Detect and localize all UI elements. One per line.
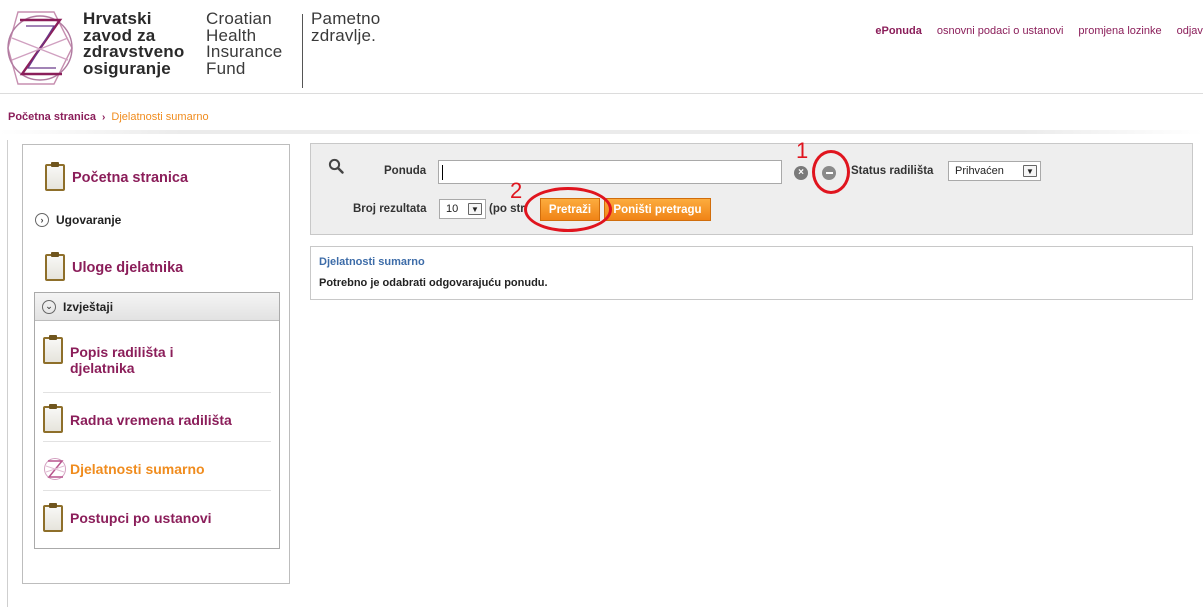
- chevron-down-icon: ▼: [468, 203, 482, 215]
- report-item-djelatnosti-sumarno[interactable]: Djelatnosti sumarno: [43, 447, 271, 491]
- sidebar-group-izvjestaji[interactable]: ⌄ Izvještaji: [35, 293, 279, 321]
- clear-icon[interactable]: ×: [794, 166, 808, 180]
- chevron-down-icon: ⌄: [42, 299, 56, 314]
- results-message: Potrebno je odabrati odgovarajuću ponudu…: [319, 277, 548, 289]
- sidebar-group-label: Izvještaji: [63, 299, 114, 314]
- annotation-ring-2: [524, 187, 612, 232]
- reports-panel: ⌄ Izvještaji Popis radilišta i djelatnik…: [34, 292, 280, 549]
- sidebar-group-ugovaranje[interactable]: › Ugovaranje: [35, 213, 121, 227]
- ponuda-input[interactable]: [438, 160, 782, 184]
- clipboard-icon: [43, 335, 63, 364]
- content-left-rule: [7, 140, 8, 607]
- report-item-label: Postupci po ustanovi: [70, 510, 212, 526]
- results-panel: Djelatnosti sumarno Potrebno je odabrati…: [310, 246, 1193, 300]
- nav-promjena-lozinke[interactable]: promjena lozinke: [1078, 25, 1161, 37]
- org-name-en: Croatian Health Insurance Fund: [206, 9, 283, 78]
- top-navigation: ePonuda osnovni podaci o ustanovi promje…: [875, 25, 1203, 37]
- annotation-step-1: 1: [796, 138, 809, 163]
- report-item-label: Popis radilišta i: [70, 344, 174, 360]
- breadcrumb-home[interactable]: Početna stranica: [8, 111, 96, 123]
- report-item-radna-vremena[interactable]: Radna vremena radilišta: [43, 398, 271, 442]
- nav-eponuda[interactable]: ePonuda: [875, 25, 921, 37]
- broj-rezultata-select[interactable]: 10 ▼: [439, 199, 486, 219]
- sidebar-item-pocetna[interactable]: Početna stranica: [45, 162, 189, 191]
- breadcrumb-separator-icon: ›: [102, 112, 106, 123]
- search-icon: [328, 158, 344, 174]
- breadcrumb: Početna stranica › Djelatnosti sumarno: [8, 111, 209, 123]
- chevron-down-icon: ▼: [1023, 165, 1037, 177]
- status-radilista-select[interactable]: Prihvaćen ▼: [948, 161, 1041, 181]
- org-name-hr: Hrvatski zavod za zdravstveno osiguranje: [83, 9, 185, 78]
- results-title[interactable]: Djelatnosti sumarno: [319, 256, 425, 268]
- clipboard-icon: [45, 252, 65, 281]
- annotation-ring-1: [812, 150, 850, 194]
- text-cursor: [442, 165, 443, 180]
- report-item-popis[interactable]: Popis radilišta i djelatnika: [43, 335, 271, 393]
- broj-rezultata-label: Broj rezultata: [353, 203, 427, 215]
- nav-odjava[interactable]: odjava: [1177, 25, 1203, 37]
- sidebar-item-label: Uloge djelatnika: [72, 259, 184, 276]
- search-panel: Ponuda × Status radilišta Prihvaćen ▼ Br…: [310, 143, 1193, 235]
- reset-search-button[interactable]: Poništi pretragu: [604, 198, 711, 221]
- sidebar: Početna stranica › Ugovaranje Uloge djel…: [22, 144, 290, 584]
- chevron-right-icon: ›: [35, 213, 49, 227]
- clipboard-icon: [45, 162, 65, 191]
- clipboard-icon: [43, 502, 63, 532]
- slogan: Pametno zdravlje.: [311, 9, 381, 45]
- report-item-label-line2: djelatnika: [70, 360, 135, 376]
- report-item-label: Djelatnosti sumarno: [70, 460, 205, 477]
- status-radilista-value: Prihvaćen: [955, 165, 1004, 177]
- logo-divider: [302, 14, 303, 88]
- annotation-step-2: 2: [510, 178, 523, 203]
- hzzo-logo-icon: [44, 457, 66, 480]
- sidebar-item-uloge[interactable]: Uloge djelatnika: [45, 252, 184, 281]
- breadcrumb-divider: [0, 130, 1203, 134]
- ponuda-label: Ponuda: [384, 165, 427, 177]
- breadcrumb-current: Djelatnosti sumarno: [111, 111, 209, 123]
- report-item-postupci[interactable]: Postupci po ustanovi: [43, 496, 271, 540]
- nav-osnovni-podaci[interactable]: osnovni podaci o ustanovi: [937, 25, 1064, 37]
- report-item-label: Radna vremena radilišta: [70, 411, 232, 428]
- sidebar-group-label: Ugovaranje: [56, 213, 122, 227]
- hzzo-logo-icon[interactable]: [4, 8, 76, 88]
- page-header: Hrvatski zavod za zdravstveno osiguranje…: [0, 0, 1203, 94]
- sidebar-item-label: Početna stranica: [72, 169, 189, 186]
- broj-rezultata-value: 10: [446, 203, 459, 215]
- clipboard-icon: [43, 404, 63, 433]
- status-radilista-label: Status radilišta: [851, 165, 934, 177]
